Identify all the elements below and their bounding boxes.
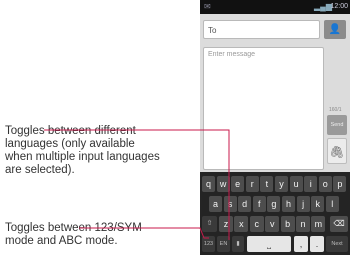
- key-i[interactable]: i: [304, 176, 318, 192]
- callout-language-toggle: Toggles between different languages (onl…: [5, 125, 160, 176]
- key-l[interactable]: l: [325, 196, 339, 212]
- key-a[interactable]: a: [209, 196, 222, 212]
- key-v[interactable]: v: [265, 216, 280, 232]
- key-c[interactable]: c: [249, 216, 264, 232]
- key-r[interactable]: r: [245, 176, 259, 192]
- symbol-mode-key[interactable]: 123: [202, 236, 215, 252]
- next-key[interactable]: Next: [326, 236, 348, 252]
- delete-key[interactable]: ⌫: [330, 216, 348, 232]
- key-h[interactable]: h: [282, 196, 295, 212]
- notification-icon: ✉: [204, 2, 211, 11]
- compose-area: To 👤 Enter message 160/1 Send 🖇: [200, 14, 350, 172]
- character-count: 160/1: [329, 107, 342, 113]
- microphone-icon: ▮: [236, 241, 240, 247]
- signal-icon: ▂▄▆: [314, 2, 332, 11]
- mic-key[interactable]: ▮: [232, 236, 244, 252]
- key-t[interactable]: t: [260, 176, 274, 192]
- language-key[interactable]: EN: [217, 236, 230, 252]
- comma-key[interactable]: ,: [294, 236, 308, 252]
- to-field[interactable]: To: [203, 20, 320, 39]
- space-bar-icon: ⎵: [267, 239, 271, 249]
- key-u[interactable]: u: [289, 176, 303, 192]
- paperclip-icon: 🖇: [329, 145, 345, 159]
- message-field[interactable]: Enter message: [203, 47, 324, 170]
- person-icon: 👤: [328, 24, 342, 35]
- key-e[interactable]: e: [231, 176, 245, 192]
- key-f[interactable]: f: [252, 196, 266, 212]
- key-d[interactable]: d: [238, 196, 252, 212]
- keyboard: ⇧ ⌫ 123 EN ▮ ⎵ , . Next qwertyuiop asdfgh…: [200, 172, 350, 255]
- key-p[interactable]: p: [333, 176, 347, 192]
- callout-symbol-toggle: Toggles between 123/SYM mode and ABC mod…: [5, 222, 142, 247]
- key-b[interactable]: b: [280, 216, 295, 232]
- key-x[interactable]: x: [234, 216, 249, 232]
- key-o[interactable]: o: [318, 176, 332, 192]
- key-m[interactable]: m: [311, 216, 326, 232]
- key-j[interactable]: j: [296, 196, 310, 212]
- key-n[interactable]: n: [296, 216, 310, 232]
- space-key[interactable]: ⎵: [247, 236, 291, 252]
- key-z[interactable]: z: [219, 216, 233, 232]
- key-g[interactable]: g: [267, 196, 281, 212]
- key-w[interactable]: w: [216, 176, 230, 192]
- attach-button[interactable]: 🖇: [327, 138, 347, 164]
- shift-key[interactable]: ⇧: [202, 216, 217, 232]
- status-bar: ✉ ▂▄▆ 12:00: [200, 0, 350, 14]
- send-button[interactable]: Send: [327, 115, 347, 135]
- key-q[interactable]: q: [202, 176, 215, 192]
- add-contact-button[interactable]: 👤: [324, 20, 346, 39]
- key-y[interactable]: y: [275, 176, 288, 192]
- period-key[interactable]: .: [310, 236, 324, 252]
- phone-screen: ✉ ▂▄▆ 12:00 To 👤 Enter message 160/1 Sen…: [200, 0, 350, 255]
- key-s[interactable]: s: [223, 196, 237, 212]
- status-time: 12:00: [330, 3, 348, 10]
- key-k[interactable]: k: [311, 196, 325, 212]
